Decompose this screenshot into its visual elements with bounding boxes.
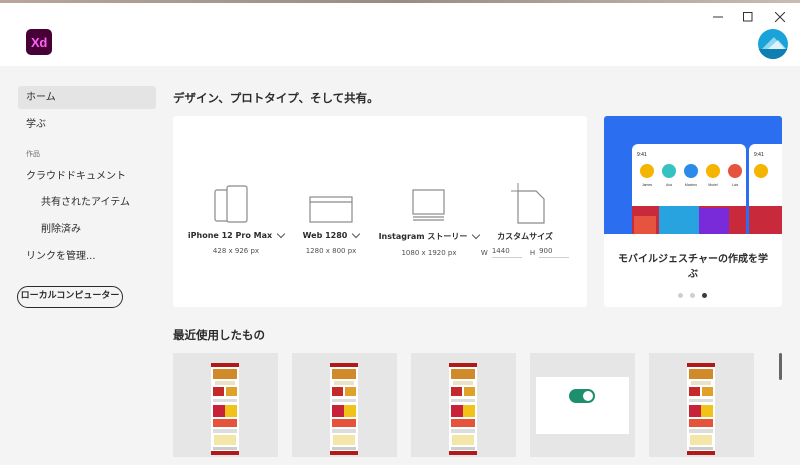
svg-text:9:41: 9:41 [754,152,764,158]
sidebar-section-works: 作品 [26,150,40,158]
file-thumbnail [211,363,239,455]
person-name: Maximo [685,183,697,187]
minimize-icon [713,16,723,18]
person-avatar [684,164,698,178]
recent-file-tile[interactable] [649,353,754,457]
width-field[interactable]: W 1440 [481,247,522,258]
preset-name: カスタムサイズ [497,232,553,241]
promo-text: モバイルジェスチャーの作成を学ぶ [618,254,768,280]
sidebar-item-manage-links[interactable]: リンクを管理... [18,245,156,268]
height-input[interactable]: 900 [539,247,570,258]
recent-file-tile[interactable] [411,353,516,457]
height-label: H [529,248,536,257]
chevron-down-icon[interactable] [352,229,361,239]
person-name: Muriel [708,183,718,187]
page-title: デザイン、プロトタイプ、そして共有。 [173,91,379,105]
carousel-dot[interactable] [678,293,683,298]
file-thumbnail [687,363,715,455]
preset-name: iPhone 12 Pro Max [187,231,273,240]
sidebar-item-deleted[interactable]: 削除済み [18,218,156,241]
preset-size: 428 x 926 px [212,247,260,255]
file-thumbnail [330,363,358,455]
recent-heading: 最近使用したもの [173,328,265,342]
browser-icon [309,196,353,223]
preset-iphone-label[interactable]: iPhone 12 Pro Max 428 x 926 px [188,229,286,255]
phone-icon [217,116,257,156]
toggle-icon [569,389,595,403]
person-avatar [706,164,720,178]
chevron-down-icon[interactable] [472,230,481,240]
person-name: James [642,183,653,187]
preset-name: Instagram ストーリー [378,232,468,241]
title-bar: Xd [0,3,800,66]
presets-card: iPhone 12 Pro Max 428 x 926 px Web 1280 … [173,116,587,307]
local-computer-button[interactable]: ローカルコンピューター [17,286,123,308]
xd-logo: Xd [26,29,52,55]
avatar-icon [758,37,788,59]
width-label: W [480,248,488,257]
close-button[interactable] [766,7,794,27]
minimize-button[interactable] [704,7,732,27]
person-avatar [728,164,742,178]
file-thumbnail [536,377,629,434]
sidebar-item-shared[interactable]: 共有されたアイテム [18,191,156,214]
carousel-dot-active[interactable] [702,293,707,298]
person-avatar [640,164,654,178]
sidebar-item-home[interactable]: ホーム [18,86,156,109]
phone-mockup-image: 9:41 James Ava Maximo Muriel Luis 9:41 [632,144,782,234]
close-icon [775,12,785,22]
maximize-button[interactable] [734,7,762,27]
recent-file-tile[interactable] [292,353,397,457]
custom-size-icon [511,183,545,224]
carousel-dot[interactable] [690,293,695,298]
recent-file-tile[interactable] [173,353,278,457]
height-field[interactable]: H 900 [529,247,570,258]
preset-custom: カスタムサイズ W 1440 H 900 [481,231,570,258]
file-thumbnail [449,363,477,455]
person-name: Luis [732,183,739,187]
preset-size: 1280 x 800 px [305,247,357,255]
promo-image: 9:41 James Ava Maximo Muriel Luis 9:41 [604,116,782,234]
avatar[interactable] [758,29,788,59]
chevron-down-icon[interactable] [276,229,286,239]
width-input[interactable]: 1440 [491,247,522,258]
maximize-icon [743,12,753,22]
recent-file-tile[interactable] [530,353,635,457]
preset-instagram[interactable]: Instagram ストーリー 1080 x 1920 px [379,230,481,257]
preset-size: 1080 x 1920 px [401,249,457,257]
scrollbar[interactable] [779,353,782,380]
carousel-dots [678,293,707,298]
person-name: Ava [666,183,672,187]
person-avatar [662,164,676,178]
promo-card[interactable]: 9:41 James Ava Maximo Muriel Luis 9:41 モバイルジ… [604,116,782,307]
sidebar-item-cloud-documents[interactable]: クラウドドキュメント [18,165,156,188]
preset-name: Web 1280 [302,231,348,240]
phone-icon [214,185,248,223]
preset-web[interactable]: Web 1280 1280 x 800 px [299,229,363,255]
promo-time: 9:41 [637,152,647,158]
sidebar-item-learn[interactable]: 学ぶ [18,113,156,136]
sidebar: ホーム 学ぶ 作品 クラウドドキュメント 共有されたアイテム 削除済み リンクを… [0,66,162,465]
story-icon [412,189,445,221]
